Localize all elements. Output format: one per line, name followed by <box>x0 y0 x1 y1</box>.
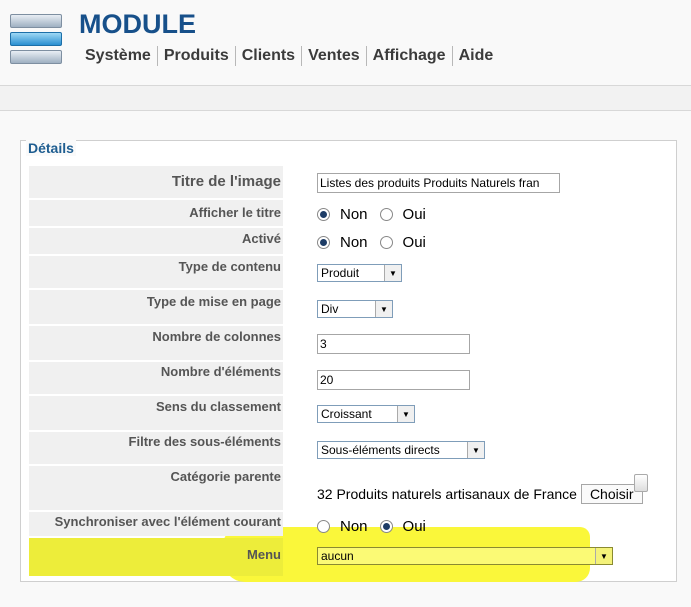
filter-select[interactable]: Sous-éléments directs ▼ <box>317 441 485 459</box>
menu-aide[interactable]: Aide <box>451 46 500 66</box>
row-active: Activé Non Oui <box>29 228 689 254</box>
row-show-title: Afficher le titre Non Oui <box>29 200 689 226</box>
show-title-oui-radio[interactable] <box>379 208 393 221</box>
content-type-value: Produit <box>321 266 360 280</box>
app-header: MODULE Système Produits Clients Ventes A… <box>0 0 691 86</box>
layout-select[interactable]: Div ▼ <box>317 300 393 318</box>
trash-icon[interactable] <box>634 474 648 492</box>
module-logo-icon <box>10 12 62 66</box>
page-title: MODULE <box>79 9 196 39</box>
active-label: Activé <box>29 228 283 254</box>
columns-input[interactable]: 3 <box>317 334 470 354</box>
menu-produits[interactable]: Produits <box>156 46 235 66</box>
filter-label: Filtre des sous-éléments <box>29 432 283 464</box>
menu-clients[interactable]: Clients <box>234 46 301 66</box>
show-title-label: Afficher le titre <box>29 200 283 226</box>
layout-value: Div <box>321 302 339 316</box>
main-menu: Système Produits Clients Ventes Affichag… <box>79 46 499 66</box>
chevron-down-icon: ▼ <box>595 548 612 564</box>
row-layout: Type de mise en page Div ▼ <box>29 290 689 324</box>
chevron-down-icon: ▼ <box>375 301 392 317</box>
sync-label: Synchroniser avec l'élément courant <box>29 512 283 536</box>
chevron-down-icon: ▼ <box>384 265 401 281</box>
sync-non-text: Non <box>340 518 368 535</box>
content-type-select[interactable]: Produit ▼ <box>317 264 402 282</box>
active-non-text: Non <box>340 234 368 251</box>
menu-select[interactable]: aucun ▼ <box>317 547 613 565</box>
details-legend: Détails <box>26 140 76 156</box>
sync-oui-text: Oui <box>402 518 426 535</box>
filter-value: Sous-éléments directs <box>321 443 440 457</box>
sync-non-radio[interactable] <box>317 520 330 533</box>
row-sync: Synchroniser avec l'élément courant Non … <box>29 512 689 536</box>
show-title-oui-text: Oui <box>402 206 426 223</box>
active-oui-text: Oui <box>402 234 426 251</box>
row-filter: Filtre des sous-éléments Sous-éléments d… <box>29 432 689 464</box>
row-title: Titre de l'image Listes des produits Pro… <box>29 166 689 198</box>
columns-label: Nombre de colonnes <box>29 326 283 360</box>
row-items: Nombre d'éléments 20 <box>29 362 689 394</box>
sync-oui-radio[interactable] <box>379 520 393 533</box>
menu-value: aucun <box>321 549 354 563</box>
sort-select[interactable]: Croissant ▼ <box>317 405 415 423</box>
parent-category-value: 32 Produits naturels artisanaux de Franc… <box>317 486 577 502</box>
active-oui-radio[interactable] <box>379 236 393 249</box>
active-non-radio[interactable] <box>317 236 330 249</box>
row-content-type: Type de contenu Produit ▼ <box>29 256 689 288</box>
items-input[interactable]: 20 <box>317 370 470 390</box>
title-label: Titre de l'image <box>29 166 283 198</box>
sort-value: Croissant <box>321 407 372 421</box>
items-label: Nombre d'éléments <box>29 362 283 394</box>
show-title-non-text: Non <box>340 206 368 223</box>
parent-label: Catégorie parente <box>29 466 283 510</box>
layout-label: Type de mise en page <box>29 290 283 324</box>
menu-label: Menu <box>29 538 283 576</box>
row-menu: Menu aucun ▼ <box>29 538 689 576</box>
row-parent: Catégorie parente 32 Produits naturels a… <box>29 466 689 510</box>
row-sort: Sens du classement Croissant ▼ <box>29 396 689 430</box>
content-type-label: Type de contenu <box>29 256 283 288</box>
chevron-down-icon: ▼ <box>397 406 414 422</box>
menu-systeme[interactable]: Système <box>79 46 157 66</box>
row-columns: Nombre de colonnes 3 <box>29 326 689 360</box>
menu-ventes[interactable]: Ventes <box>301 46 366 66</box>
chevron-down-icon: ▼ <box>467 442 484 458</box>
menu-affichage[interactable]: Affichage <box>365 46 452 66</box>
title-input[interactable]: Listes des produits Produits Naturels fr… <box>317 173 560 193</box>
show-title-non-radio[interactable] <box>317 208 330 221</box>
sort-label: Sens du classement <box>29 396 283 430</box>
